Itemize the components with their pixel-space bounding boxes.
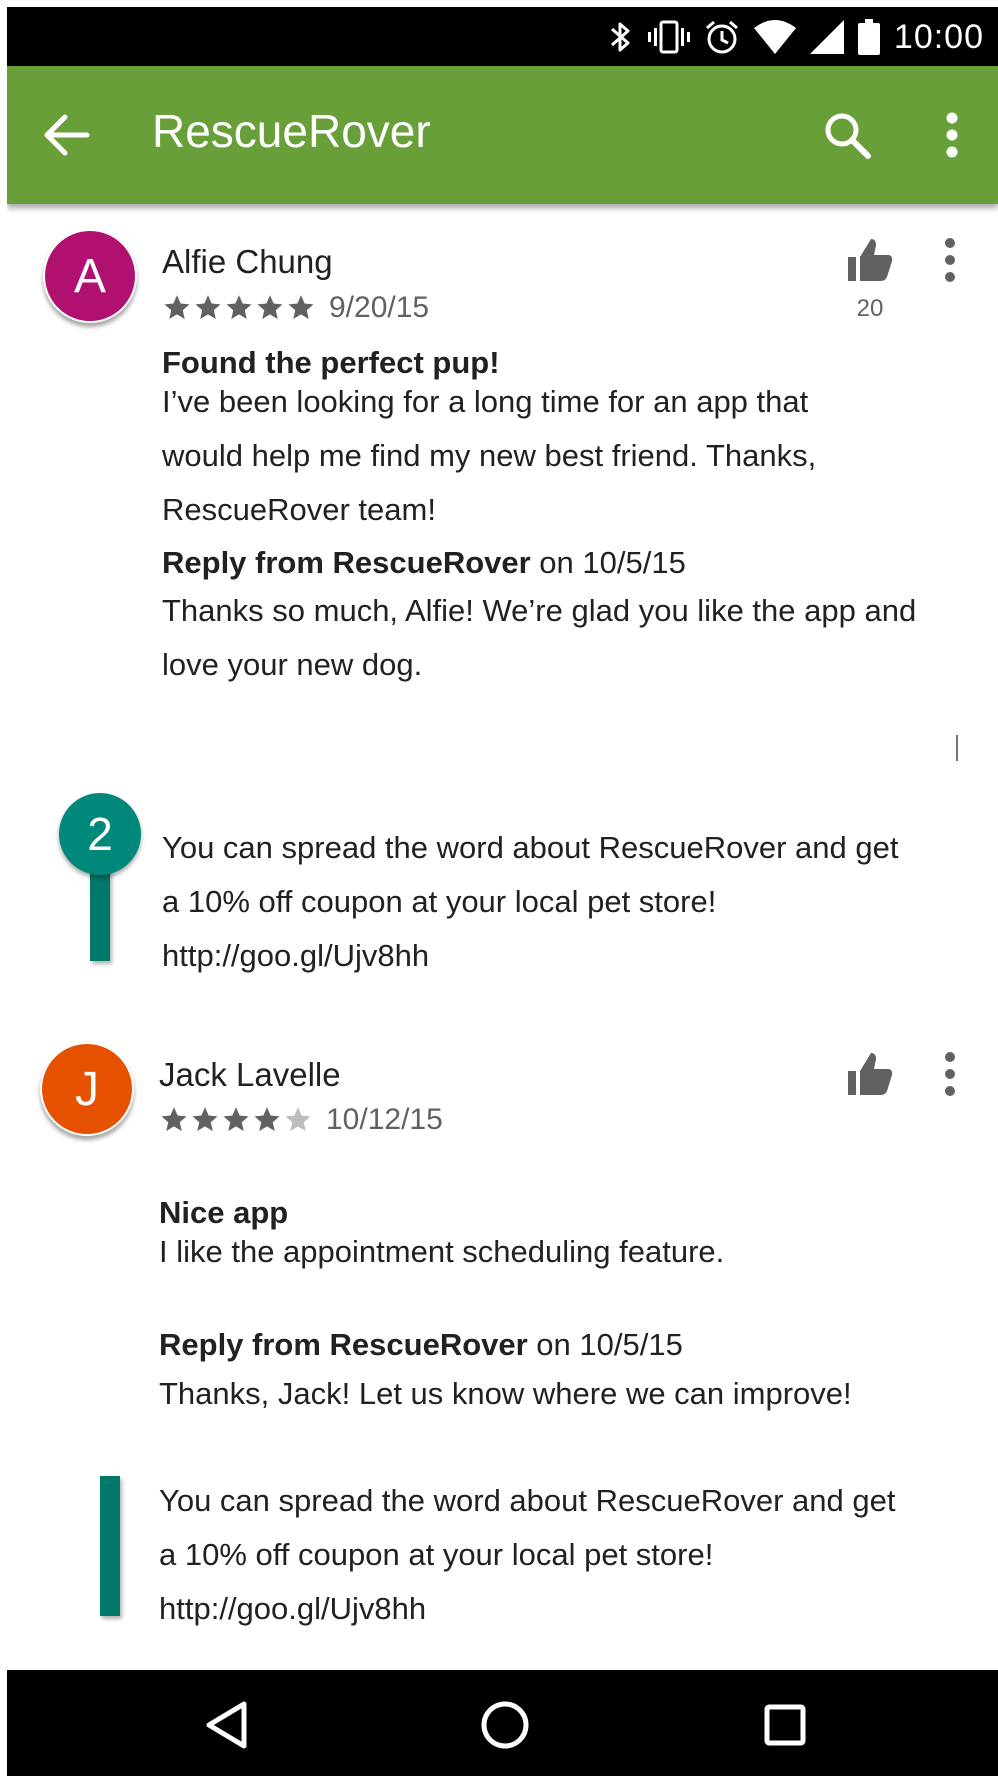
avatar: J (40, 1042, 134, 1136)
more-vert-icon[interactable] (940, 1049, 960, 1099)
nav-home-button[interactable] (470, 1690, 540, 1760)
nav-back-button[interactable] (192, 1690, 262, 1760)
marker-badge: 2 (59, 793, 141, 875)
star-group (162, 293, 317, 323)
review-date: 10/12/15 (326, 1103, 443, 1136)
status-time: 10:00 (893, 17, 984, 56)
star-icon (164, 295, 190, 319)
wifi-icon (753, 20, 796, 54)
promo-text: You can spread the word about RescueRove… (159, 1483, 896, 1626)
back-arrow-icon (44, 114, 90, 156)
developer-reply-header: Reply from RescueRover on 10/5/15 (162, 545, 686, 581)
status-bar: 10:00 (7, 7, 998, 66)
text-cursor (956, 735, 958, 761)
search-button[interactable] (812, 100, 882, 170)
reviewer-name: Alfie Chung (162, 243, 333, 280)
navigation-bar (7, 1670, 998, 1776)
star-icon (192, 1107, 218, 1131)
app-title: RescueRover (152, 105, 431, 157)
avatar-letter: A (73, 249, 106, 303)
star-icon (254, 1107, 280, 1131)
thumb-up-icon[interactable] (845, 235, 895, 285)
back-button[interactable] (32, 100, 102, 170)
reply-date: on 10/5/15 (530, 545, 686, 580)
nav-back-icon (206, 1701, 247, 1749)
star-icon (161, 1107, 187, 1131)
reply-from: Reply from RescueRover (159, 1327, 528, 1362)
star-icon (288, 295, 314, 319)
reply-date: on 10/5/15 (527, 1327, 683, 1362)
signal-icon (809, 20, 844, 54)
more-vert-icon (946, 112, 958, 158)
bluetooth-icon (610, 22, 630, 52)
annotation-bar (100, 1476, 120, 1616)
developer-reply-body: Thanks so much, Alfie! We’re glad you li… (162, 593, 917, 682)
search-icon (825, 113, 871, 159)
reply-from: Reply from RescueRover (162, 545, 531, 580)
developer-reply-header: Reply from RescueRover on 10/5/15 (159, 1327, 683, 1363)
rating-stars: 9/20/15 (162, 291, 429, 325)
review-body: I like the appointment scheduling featur… (159, 1234, 725, 1269)
marker-label: 2 (87, 808, 113, 860)
star-icon (285, 1107, 311, 1131)
like-count: 20 (856, 295, 884, 322)
overflow-menu-button[interactable] (917, 100, 987, 170)
alarm-icon (705, 20, 738, 54)
nav-recents-icon (764, 1704, 806, 1746)
reviewer-name: Jack Lavelle (159, 1056, 341, 1093)
thumb-up-icon[interactable] (845, 1049, 895, 1099)
app-bar: RescueRover (7, 66, 998, 204)
battery-icon (857, 19, 880, 55)
star-icon (257, 295, 283, 319)
nav-recents-button[interactable] (750, 1690, 820, 1760)
star-group (159, 1105, 314, 1135)
avatar: A (43, 229, 137, 323)
star-icon (223, 1107, 249, 1131)
promo-text: You can spread the word about RescueRove… (162, 830, 899, 973)
app-screen: 10:00 RescueRover A Alfie Chung 9/20/15 … (7, 7, 998, 1776)
more-vert-icon[interactable] (940, 235, 960, 285)
nav-home-icon (481, 1701, 529, 1749)
review-date: 9/20/15 (329, 291, 430, 324)
rating-stars: 10/12/15 (159, 1103, 443, 1137)
avatar-letter: J (75, 1062, 99, 1116)
star-icon (226, 295, 252, 319)
review-body: I’ve been looking for a long time for an… (162, 384, 817, 527)
vibrate-icon (647, 20, 690, 54)
developer-reply-body: Thanks, Jack! Let us know where we can i… (159, 1376, 852, 1411)
star-icon (195, 295, 221, 319)
